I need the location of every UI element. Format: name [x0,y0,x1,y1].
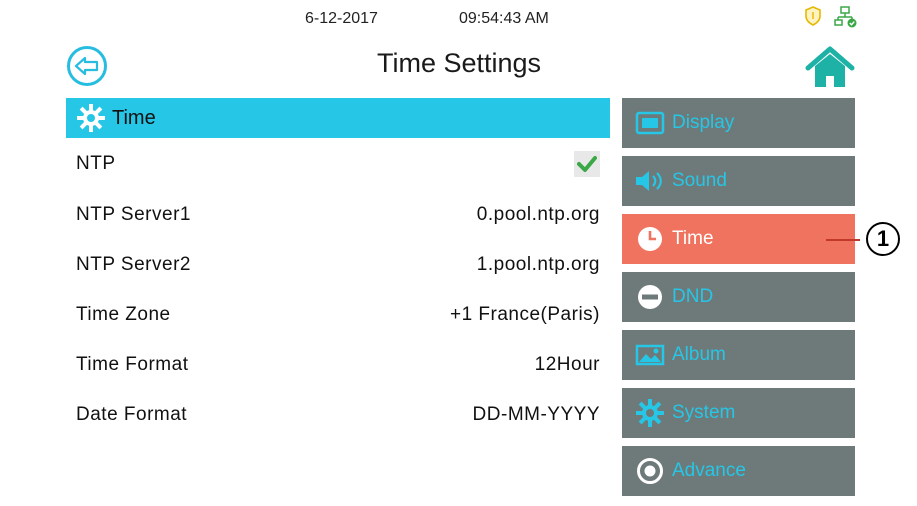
row-value: 0.pool.ntp.org [476,204,600,225]
menu-label: DND [672,286,714,307]
menu-item-album[interactable]: Album [622,330,855,380]
display-icon [635,111,665,135]
advance-icon [637,458,663,484]
status-date: 6-12-2017 [305,10,378,27]
row-time-zone[interactable]: Time Zone +1 France(Paris) [66,291,610,339]
row-label: NTP Server2 [76,254,191,275]
row-time-format[interactable]: Time Format 12Hour [66,341,610,389]
row-label: Date Format [76,404,188,425]
row-label: Time Zone [76,304,171,325]
section-title: Time [112,106,156,129]
row-label: Time Format [76,354,189,375]
gear-icon [636,399,664,427]
dnd-icon [638,285,662,309]
back-arrow-icon [74,56,99,76]
row-value: 12Hour [534,354,600,375]
row-label: NTP [76,153,116,174]
row-label: NTP Server1 [76,204,191,225]
section-header: Time [66,98,610,138]
ntp-checkbox[interactable] [574,151,600,177]
network-icon [834,6,857,28]
menu-label: Display [672,112,735,133]
screen: 6-12-2017 09:54:43 AM Time Settings Time… [19,0,864,506]
menu-item-sound[interactable]: Sound [622,156,855,206]
status-time: 09:54:43 AM [459,10,549,27]
row-value: 1.pool.ntp.org [476,254,600,275]
home-button[interactable] [805,46,855,90]
page-title: Time Settings [376,48,542,78]
row-ntp-server1[interactable]: NTP Server1 0.pool.ntp.org [66,191,610,239]
menu-label: System [672,402,736,423]
back-button[interactable] [67,46,107,86]
menu-item-dnd[interactable]: DND [622,272,855,322]
row-value: DD-MM-YYYY [472,404,600,425]
menu-label: Advance [672,460,746,481]
menu-item-system[interactable]: System [622,388,855,438]
callout-line [826,239,860,241]
row-date-format[interactable]: Date Format DD-MM-YYYY [66,391,610,439]
checkmark-icon [577,156,597,172]
clock-icon [638,227,662,251]
speaker-icon [636,171,662,191]
settings-panel: Time NTP NTP Server1 0.pool.ntp.org NTP … [66,98,610,490]
menu-item-display[interactable]: Display [622,98,855,148]
row-ntp[interactable]: NTP [66,140,610,188]
menu-item-time[interactable]: Time [622,214,855,264]
menu-label: Sound [672,170,727,191]
row-value: +1 France(Paris) [449,304,600,325]
row-ntp-server2[interactable]: NTP Server2 1.pool.ntp.org [66,241,610,289]
menu-label: Album [672,344,726,365]
menu-label: Time [672,228,714,249]
gear-icon [77,104,105,132]
menu-item-advance[interactable]: Advance [622,446,855,496]
callout-number: 1 [866,222,900,256]
album-icon [635,344,665,366]
shield-icon [805,6,821,26]
